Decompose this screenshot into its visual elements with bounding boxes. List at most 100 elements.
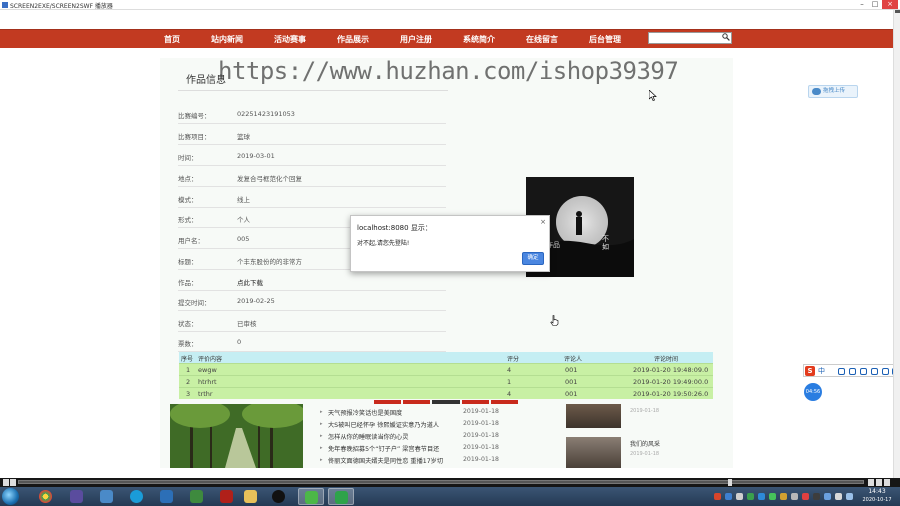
news-title[interactable]: 大S被叫已经怀孕 徐熙媛证实意乃为道人 [328, 420, 439, 429]
taskbar-app[interactable] [154, 488, 180, 505]
taskbar-chrome[interactable] [33, 488, 59, 505]
taskbar-wechat[interactable] [298, 488, 324, 505]
upload-button[interactable]: 拖拽上传 [808, 85, 858, 98]
taskbar-app[interactable] [94, 488, 120, 505]
nav-item-news[interactable]: 站内新闻 [211, 30, 243, 49]
start-button[interactable] [2, 488, 19, 505]
taskbar-qq[interactable] [266, 488, 292, 505]
vertical-scrollbar[interactable] [893, 10, 900, 478]
ime-toolbar[interactable]: S 中 [803, 364, 900, 377]
folder-icon [244, 490, 257, 503]
nav-item-home[interactable]: 首页 [164, 30, 180, 49]
end-button[interactable] [884, 479, 890, 486]
news-item[interactable]: ▸ 大S被叫已经怀孕 徐熙媛证实意乃为道人 2019-01-18 [320, 418, 520, 430]
table-header: 序号 评价内容 评分 评论人 评论时间 [179, 352, 713, 363]
minimize-button[interactable]: – [856, 0, 868, 9]
nav-item-events[interactable]: 活动赛事 [274, 30, 306, 49]
detail-row: 提交时间： 2019-02-25 [178, 291, 446, 311]
stop-button[interactable] [10, 479, 16, 486]
taskbar-app[interactable] [184, 488, 210, 505]
detail-value: 已审核 [237, 320, 257, 328]
play-button[interactable] [3, 479, 9, 486]
col-header: 评论人 [564, 356, 583, 363]
news-item[interactable]: ▸ 天气预报冷笑话也是美国度 2019-01-18 [320, 406, 520, 418]
maximize-button[interactable]: □ [869, 0, 881, 9]
network-icon[interactable] [846, 493, 853, 500]
gallery-thumbnail[interactable] [566, 437, 621, 468]
taskbar-explorer[interactable] [238, 488, 264, 505]
tray-icon[interactable] [747, 493, 754, 500]
ok-button[interactable]: 确定 [522, 252, 544, 265]
col-header: 评分 [507, 356, 520, 363]
ime-mode[interactable]: 中 [818, 366, 825, 376]
news-title[interactable]: 免年春晚招募5个“钉子户” 梁宫春节目还 [328, 444, 439, 453]
volume-icon[interactable] [835, 493, 842, 500]
news-tabs[interactable] [374, 400, 519, 404]
taskbar-player[interactable] [328, 488, 354, 505]
news-tab[interactable] [403, 400, 431, 404]
close-icon[interactable]: × [540, 218, 546, 226]
scrollbar-thumb[interactable] [895, 10, 900, 13]
emoji-icon[interactable] [849, 368, 856, 375]
app-icon [70, 490, 83, 503]
divider [178, 90, 448, 91]
speed-ball[interactable]: 04:56 [804, 383, 822, 401]
news-item[interactable]: ▸ 免年春晚招募5个“钉子户” 梁宫春节目还 2019-01-18 [320, 442, 520, 454]
detail-value: 发复合弓框范化个回复 [237, 175, 302, 183]
close-button[interactable]: × [882, 0, 898, 9]
search-icon[interactable] [722, 33, 731, 43]
download-link[interactable]: 点此下载 [237, 277, 263, 287]
news-item[interactable]: ▸ 怎样从你的睡眠读当你的心灵 2019-01-18 [320, 430, 520, 442]
featured-forest-image [170, 404, 303, 468]
tray-icon[interactable] [824, 493, 831, 500]
forward-button[interactable] [876, 479, 882, 486]
tray-icon[interactable] [736, 493, 743, 500]
bullet-icon: ▸ [320, 421, 323, 427]
news-title[interactable]: 佟丽文面德国夫婿夫是同性恋 重播17岁切 [328, 456, 443, 465]
news-tab[interactable] [432, 400, 460, 404]
skin-icon[interactable] [882, 368, 889, 375]
gallery-thumbnail[interactable] [566, 404, 621, 428]
nav-item-messages[interactable]: 在线留言 [526, 30, 558, 49]
keyboard-icon[interactable] [871, 368, 878, 375]
taskbar-app[interactable] [124, 488, 150, 505]
tray-icon[interactable] [725, 493, 732, 500]
taskbar-app[interactable] [64, 488, 90, 505]
taskbar-flash[interactable] [214, 488, 240, 505]
gallery-caption[interactable]: 我们的风采 [630, 439, 660, 448]
punct-icon[interactable] [838, 368, 845, 375]
detail-value: 0 [237, 338, 242, 346]
sogou-icon[interactable]: S [805, 366, 815, 376]
nav-item-register[interactable]: 用户注册 [400, 30, 432, 49]
news-item[interactable]: ▸ 佟丽文面德国夫婿夫是同性恋 重播17岁切 2019-01-18 [320, 454, 520, 466]
news-title[interactable]: 天气预报冷笑话也是美国度 [328, 408, 402, 417]
tray-icon[interactable] [791, 493, 798, 500]
news-tab[interactable] [490, 400, 519, 404]
taskbar-clock[interactable]: 14:43 2020-10-17 [860, 488, 894, 506]
nav-item-about[interactable]: 系统简介 [463, 30, 495, 49]
tray-icon[interactable] [802, 493, 809, 500]
detail-label: 提交时间： [178, 299, 211, 307]
table-row: 3 trthr 4 001 2019-01-20 19:50:26.0 [179, 387, 713, 399]
app-icon [190, 490, 203, 503]
seek-bar[interactable] [18, 480, 864, 484]
tray-icon[interactable] [758, 493, 765, 500]
tray-icon[interactable] [769, 493, 776, 500]
tray-icon[interactable] [813, 493, 820, 500]
seek-knob[interactable] [728, 479, 732, 486]
news-tab[interactable] [461, 400, 489, 404]
table-cell: 001 [565, 378, 578, 386]
nav-item-admin[interactable]: 后台管理 [589, 30, 621, 49]
detail-value: 005 [237, 235, 250, 243]
news-tab[interactable] [374, 400, 402, 404]
rewind-button[interactable] [868, 479, 874, 486]
window-titlebar: SCREEN2EXE/SCREEN2SWF 播放器 – □ × [0, 0, 900, 10]
tray-icon[interactable] [780, 493, 787, 500]
news-title[interactable]: 怎样从你的睡眠读当你的心灵 [328, 432, 408, 441]
flash-icon [220, 490, 233, 503]
tray-icon[interactable] [714, 493, 721, 500]
nav-item-works[interactable]: 作品展示 [337, 30, 369, 49]
mic-icon[interactable] [860, 368, 867, 375]
detail-label: 模式： [178, 196, 198, 204]
search-input[interactable] [648, 32, 732, 44]
